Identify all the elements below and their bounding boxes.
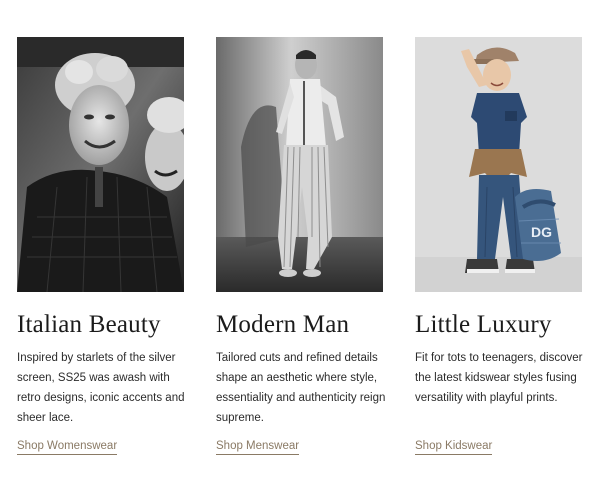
shop-kidswear-link[interactable]: Shop Kidswear: [415, 438, 493, 455]
menswear-photo[interactable]: [216, 37, 383, 292]
card-menswear: Modern Man Tailored cuts and refined det…: [216, 37, 386, 455]
kidswear-photo[interactable]: DG: [415, 37, 582, 292]
shop-menswear-link[interactable]: Shop Menswear: [216, 438, 300, 455]
card-kidswear: DG Little Luxury Fit for tots to teenage…: [415, 37, 583, 455]
card-description: Fit for tots to teenagers, discover the …: [415, 352, 583, 404]
card-womenswear: Italian Beauty Inspired by starlets of t…: [17, 37, 185, 455]
womenswear-photo[interactable]: [17, 37, 184, 292]
card-description: Inspired by starlets of the silver scree…: [17, 352, 185, 424]
card-title: Little Luxury: [415, 311, 552, 338]
shop-womenswear-link[interactable]: Shop Womenswear: [17, 438, 118, 455]
card-description: Tailored cuts and refined details shape …: [216, 352, 386, 424]
card-title: Modern Man: [216, 311, 350, 338]
card-title: Italian Beauty: [17, 311, 161, 338]
category-grid: Italian Beauty Inspired by starlets of t…: [17, 37, 583, 467]
svg-text:DG: DG: [531, 224, 552, 240]
